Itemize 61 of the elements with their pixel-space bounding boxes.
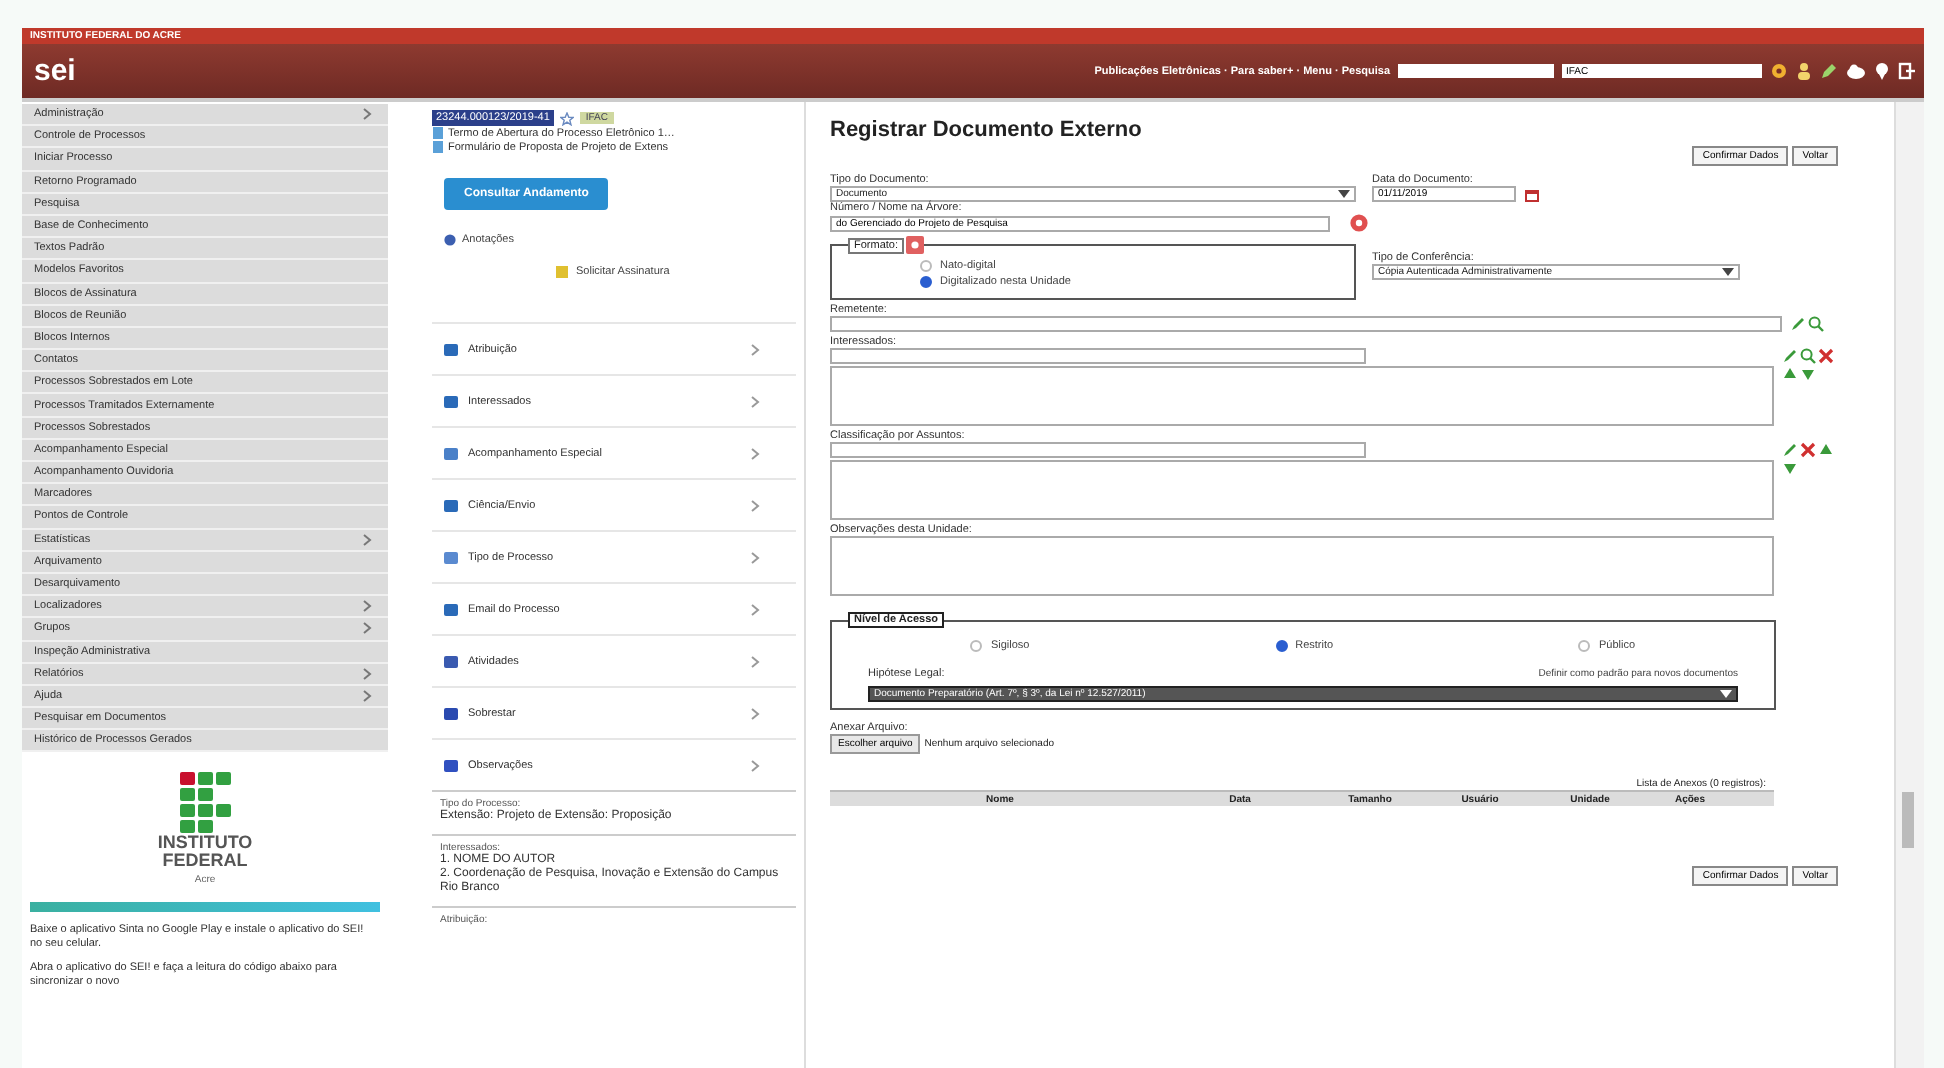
app-logo: sei <box>34 54 76 88</box>
calendar-icon[interactable] <box>1524 187 1540 201</box>
help-icon[interactable] <box>1350 214 1368 232</box>
remove-icon[interactable] <box>1818 348 1834 364</box>
text-field[interactable] <box>830 316 1782 332</box>
scrollbar[interactable] <box>1894 102 1924 1068</box>
section-icon <box>444 499 458 511</box>
brand-name: FEDERAL <box>162 852 248 871</box>
sticky-note-icon <box>556 266 568 278</box>
chevron-icon <box>750 343 760 355</box>
text-field[interactable] <box>830 442 1366 458</box>
text-area[interactable] <box>830 366 1774 426</box>
section-icon <box>444 759 458 771</box>
chevron-icon <box>750 499 760 511</box>
person-icon[interactable] <box>1796 62 1812 80</box>
section-icon <box>444 343 458 355</box>
text-field[interactable] <box>830 348 1366 364</box>
radio-button[interactable] <box>920 260 932 272</box>
radio-button[interactable] <box>920 276 932 288</box>
radio-button[interactable] <box>1578 640 1591 652</box>
section-icon <box>444 655 458 667</box>
pencil-icon[interactable] <box>1820 62 1838 80</box>
page-title: Registrar Documento Externo <box>830 118 1142 142</box>
chevron-icon <box>750 655 760 667</box>
search-icon[interactable] <box>1808 316 1824 332</box>
institute-logo-icon <box>179 772 231 835</box>
chevron-icon <box>750 759 760 771</box>
chevron-icon <box>750 603 760 615</box>
radio-button[interactable] <box>1275 640 1288 652</box>
arrow-down-icon[interactable] <box>1800 366 1816 382</box>
section-icon <box>444 551 458 563</box>
pin-icon[interactable] <box>1874 62 1890 80</box>
text-area[interactable] <box>830 460 1774 520</box>
scroll-thumb[interactable] <box>1902 792 1914 848</box>
pencil-icon[interactable] <box>1782 442 1798 458</box>
section-icon <box>444 447 458 459</box>
dropdown-arrow-icon <box>1720 689 1732 699</box>
exit-icon[interactable] <box>1898 62 1916 80</box>
radio-button[interactable] <box>970 640 983 652</box>
remove-icon[interactable] <box>1800 442 1816 458</box>
section-icon <box>444 707 458 719</box>
chevron-icon <box>750 551 760 563</box>
arrow-down-icon[interactable] <box>1782 460 1798 476</box>
help-icon[interactable] <box>906 236 925 254</box>
chevron-icon <box>750 447 760 459</box>
cloud-icon[interactable] <box>1846 62 1866 80</box>
search-icon[interactable] <box>1800 348 1816 364</box>
gear-icon[interactable] <box>1770 62 1788 80</box>
chevron-icon <box>750 395 760 407</box>
search-field[interactable] <box>1398 64 1554 78</box>
section-icon <box>444 395 458 407</box>
text-area[interactable] <box>830 536 1774 596</box>
chevron-icon <box>750 707 760 719</box>
note-icon <box>444 234 456 246</box>
section-icon <box>444 603 458 615</box>
star-icon <box>559 111 574 125</box>
arrow-up-icon[interactable] <box>1818 442 1834 458</box>
dropdown-arrow-icon <box>1722 267 1734 277</box>
brand-name: INSTITUTO <box>157 834 253 853</box>
dropdown-arrow-icon <box>1338 189 1350 199</box>
arrow-up-icon[interactable] <box>1782 366 1798 382</box>
